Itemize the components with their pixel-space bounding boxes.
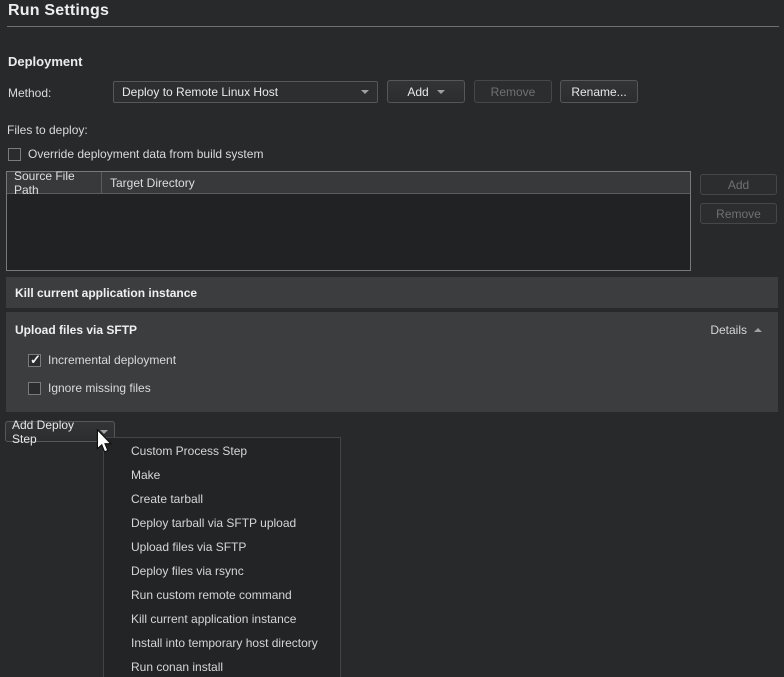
add-deploy-step-menu: Custom Process Step Make Create tarball … — [103, 437, 341, 677]
page-title: Run Settings — [8, 2, 109, 20]
ignore-missing-files-label[interactable]: Ignore missing files — [48, 381, 151, 395]
title-divider — [7, 26, 779, 27]
method-remove-button[interactable]: Remove — [474, 80, 552, 103]
column-header-target-directory: Target Directory — [102, 176, 690, 190]
method-add-label: Add — [407, 85, 428, 99]
details-label: Details — [710, 323, 747, 337]
method-add-button[interactable]: Add — [387, 80, 465, 103]
menu-item-make[interactable]: Make — [104, 463, 340, 487]
menu-item-create-tarball[interactable]: Create tarball — [104, 487, 340, 511]
menu-item-run-custom-remote-command[interactable]: Run custom remote command — [104, 583, 340, 607]
files-table-body[interactable] — [7, 194, 690, 270]
files-table-header: Source File Path Target Directory — [7, 172, 690, 194]
chevron-down-icon — [437, 90, 445, 94]
step-kill-current-application-bar[interactable]: Kill current application instance — [6, 277, 778, 308]
chevron-down-icon — [361, 90, 369, 94]
incremental-deployment-checkbox[interactable] — [28, 354, 41, 367]
step-upload-files-panel: Upload files via SFTP Details Incrementa… — [6, 312, 778, 412]
override-deployment-row: Override deployment data from build syst… — [8, 147, 263, 161]
run-settings-page: Run Settings Deployment Method: Deploy t… — [0, 0, 784, 677]
menu-item-upload-files-via-sftp[interactable]: Upload files via SFTP — [104, 535, 340, 559]
override-deployment-label[interactable]: Override deployment data from build syst… — [28, 147, 263, 161]
ignore-missing-files-row: Ignore missing files — [28, 381, 151, 395]
details-toggle[interactable]: Details — [710, 323, 762, 337]
method-rename-label: Rename... — [571, 85, 626, 99]
mouse-cursor-icon — [96, 429, 112, 454]
column-header-source-file-path: Source File Path — [7, 169, 101, 197]
menu-item-run-conan-install[interactable]: Run conan install — [104, 655, 340, 677]
menu-item-custom-process-step[interactable]: Custom Process Step — [104, 439, 340, 463]
files-add-label: Add — [728, 178, 749, 192]
deployment-heading: Deployment — [8, 54, 82, 69]
menu-item-install-into-temporary-host-directory[interactable]: Install into temporary host directory — [104, 631, 340, 655]
menu-item-kill-current-application-instance[interactable]: Kill current application instance — [104, 607, 340, 631]
files-remove-button[interactable]: Remove — [700, 203, 777, 224]
method-remove-label: Remove — [491, 85, 536, 99]
incremental-deployment-label[interactable]: Incremental deployment — [48, 353, 176, 367]
method-rename-button[interactable]: Rename... — [560, 80, 638, 103]
ignore-missing-files-checkbox[interactable] — [28, 382, 41, 395]
step-upload-title: Upload files via SFTP — [15, 323, 137, 337]
override-deployment-checkbox[interactable] — [8, 148, 21, 161]
files-remove-label: Remove — [716, 207, 761, 221]
method-combobox-value: Deploy to Remote Linux Host — [122, 85, 361, 99]
files-add-button[interactable]: Add — [700, 174, 777, 195]
method-combobox[interactable]: Deploy to Remote Linux Host — [113, 81, 378, 103]
menu-item-deploy-files-via-rsync[interactable]: Deploy files via rsync — [104, 559, 340, 583]
method-label: Method: — [8, 86, 51, 100]
files-to-deploy-table[interactable]: Source File Path Target Directory — [6, 171, 691, 271]
files-to-deploy-label: Files to deploy: — [7, 123, 88, 137]
menu-item-deploy-tarball-via-sftp-upload[interactable]: Deploy tarball via SFTP upload — [104, 511, 340, 535]
incremental-deployment-row: Incremental deployment — [28, 353, 176, 367]
step-kill-title: Kill current application instance — [15, 286, 197, 300]
add-deploy-step-label: Add Deploy Step — [12, 418, 96, 446]
chevron-up-icon — [754, 328, 762, 332]
